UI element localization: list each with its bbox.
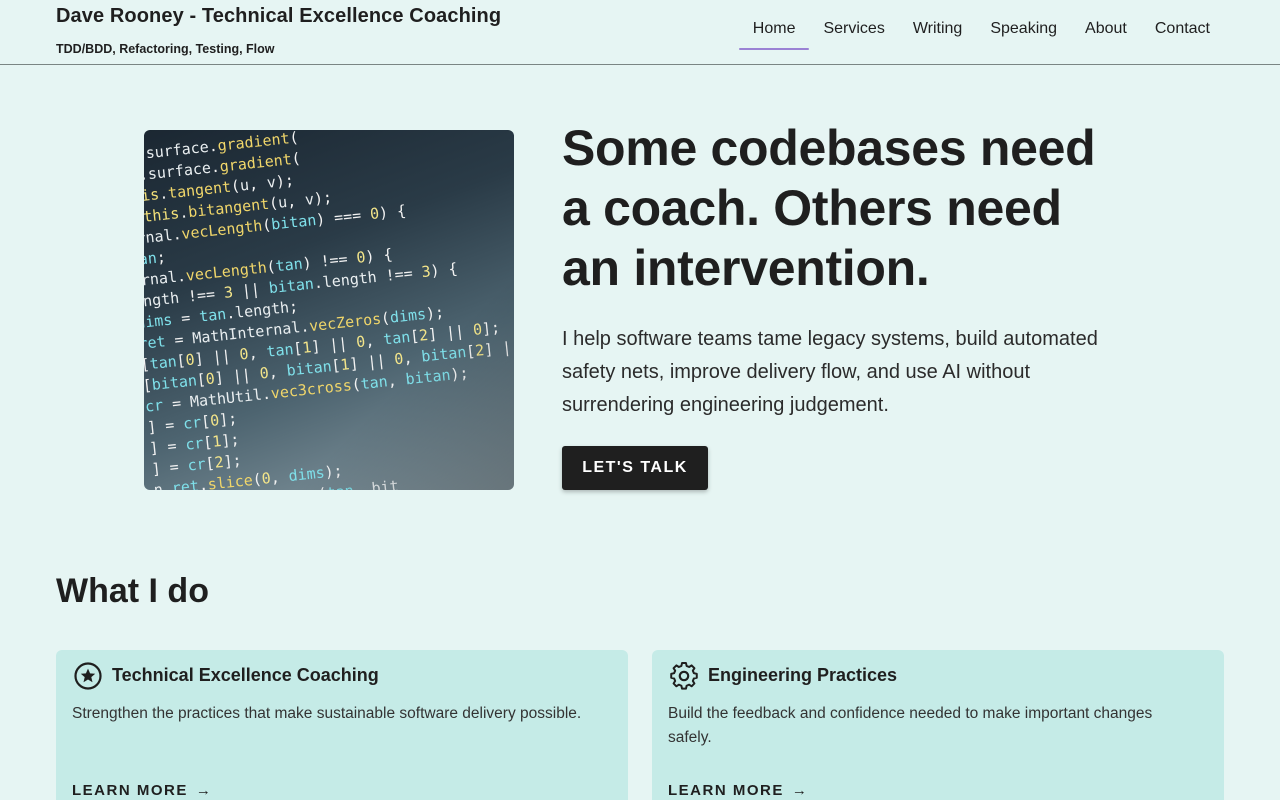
arrow-right-icon: → (195, 782, 211, 799)
hero-heading: Some codebases need a coach. Others need… (562, 118, 1162, 298)
site-title[interactable]: Dave Rooney - Technical Excellence Coach… (56, 5, 501, 28)
hero-description: I help software teams tame legacy system… (562, 323, 1162, 422)
learn-more-link[interactable]: LEARN MORE → (668, 782, 807, 799)
service-card-description: Strengthen the practices that make susta… (72, 705, 582, 722)
service-card-title: Technical Excellence Coaching (112, 665, 379, 685)
learn-more-link[interactable]: LEARN MORE → (72, 782, 211, 799)
code-screen-illustration: is.surface.gradient(is.surface.gradient(… (144, 130, 514, 490)
nav-item-speaking[interactable]: Speaking (976, 12, 1071, 50)
lets-talk-button[interactable]: LET'S TALK (562, 446, 708, 490)
hero-heading-line: a coach. Others need (562, 180, 1062, 236)
site-tagline: TDD/BDD, Refactoring, Testing, Flow (56, 42, 275, 56)
nav-item-services[interactable]: Services (809, 12, 898, 50)
learn-more-label: LEARN MORE (668, 782, 784, 799)
star-circle-icon (74, 662, 102, 690)
hero-heading-line: Some codebases need (562, 120, 1096, 176)
nav-item-writing[interactable]: Writing (899, 12, 977, 50)
what-i-do-heading: What I do (56, 572, 209, 610)
service-card-title: Engineering Practices (708, 665, 898, 685)
nav-item-about[interactable]: About (1071, 12, 1141, 50)
service-card-engineering: Engineering Practices Build the feedback… (652, 650, 1224, 800)
arrow-right-icon: → (791, 782, 807, 799)
site-header: Dave Rooney - Technical Excellence Coach… (0, 0, 1280, 65)
hero-heading-line: an intervention. (562, 240, 930, 296)
main-nav: Home Services Writing Speaking About Con… (738, 12, 1224, 50)
hero-description-line: safety nets, improve delivery flow, and … (562, 361, 1031, 383)
hero-description-line: I help software teams tame legacy system… (562, 328, 1098, 350)
hero-code-image: is.surface.gradient(is.surface.gradient(… (144, 130, 514, 490)
gear-icon (670, 662, 698, 690)
nav-item-home[interactable]: Home (738, 12, 810, 50)
service-card-coaching: Technical Excellence Coaching Strengthen… (56, 650, 628, 800)
hero-description-line: surrendering engineering judgement. (562, 394, 889, 416)
nav-item-contact[interactable]: Contact (1141, 12, 1224, 50)
learn-more-label: LEARN MORE (72, 782, 188, 799)
service-card-description: Build the feedback and confidence needed… (668, 705, 1153, 746)
